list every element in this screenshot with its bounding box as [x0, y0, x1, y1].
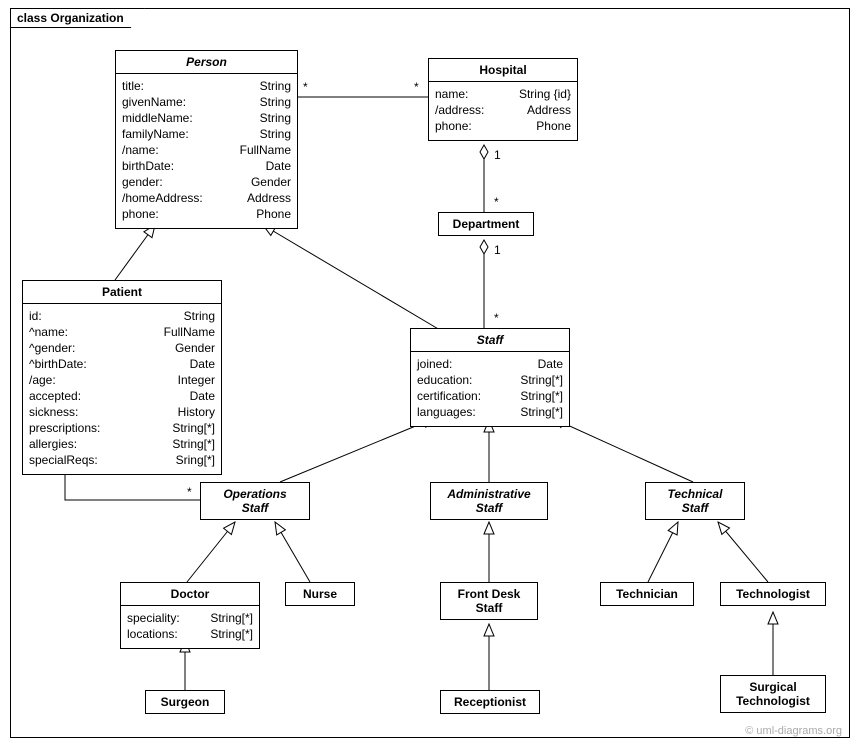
attribute-row: middleName:String [122, 110, 291, 126]
attribute-row: locations:String[*] [127, 626, 253, 642]
class-surgtech-name2: Technologist [721, 694, 825, 712]
class-front-desk-name2: Staff [441, 601, 537, 619]
mult-hospital-dept-1: 1 [493, 148, 502, 162]
class-staff-name: Staff [411, 329, 569, 352]
class-technician: Technician [600, 582, 694, 606]
class-nurse: Nurse [285, 582, 355, 606]
attribute-row: certification:String[*] [417, 388, 563, 404]
diagram-frame: class Organization [0, 0, 860, 747]
attribute-row: /homeAddress:Address [122, 190, 291, 206]
class-operations-staff: Operations Staff [200, 482, 310, 520]
attribute-row: sickness:History [29, 404, 215, 420]
attribute-row: phone:Phone [435, 118, 571, 134]
attribute-row: birthDate:Date [122, 158, 291, 174]
attribute-row: accepted:Date [29, 388, 215, 404]
attribute-row: gender:Gender [122, 174, 291, 190]
attribute-row: /age:Integer [29, 372, 215, 388]
class-surgeon: Surgeon [145, 690, 225, 714]
attribute-row: /name:FullName [122, 142, 291, 158]
mult-hospital-dept-star: * [493, 195, 500, 209]
class-administrative-staff-name2: Staff [431, 501, 547, 519]
class-department: Department [438, 212, 534, 236]
class-doctor-name: Doctor [121, 583, 259, 606]
class-operations-staff-name1: Operations [201, 483, 309, 501]
package-label: class Organization [10, 8, 145, 28]
class-hospital-name: Hospital [429, 59, 577, 82]
class-staff-attrs: joined:Dateeducation:String[*]certificat… [411, 352, 569, 426]
attribute-row: id:String [29, 308, 215, 324]
attribute-row: specialReqs:Sring[*] [29, 452, 215, 468]
mult-dept-staff-1: 1 [493, 243, 502, 257]
class-technical-staff-name1: Technical [646, 483, 744, 501]
class-technologist: Technologist [720, 582, 826, 606]
class-patient-attrs: id:String^name:FullName^gender:Gender^bi… [23, 304, 221, 474]
class-surgical-technologist: Surgical Technologist [720, 675, 826, 713]
class-technical-staff-name2: Staff [646, 501, 744, 519]
class-person-attrs: title:StringgivenName:StringmiddleName:S… [116, 74, 297, 228]
class-department-name: Department [439, 213, 533, 235]
class-staff: Staff joined:Dateeducation:String[*]cert… [410, 328, 570, 427]
watermark: © uml-diagrams.org [745, 725, 842, 737]
attribute-row: education:String[*] [417, 372, 563, 388]
class-person: Person title:StringgivenName:Stringmiddl… [115, 50, 298, 229]
class-hospital-attrs: name:String {id}/address:Addressphone:Ph… [429, 82, 577, 140]
class-patient-name: Patient [23, 281, 221, 304]
attribute-row: allergies:String[*] [29, 436, 215, 452]
attribute-row: joined:Date [417, 356, 563, 372]
attribute-row: /address:Address [435, 102, 571, 118]
class-hospital: Hospital name:String {id}/address:Addres… [428, 58, 578, 141]
class-receptionist-name: Receptionist [441, 691, 539, 713]
class-receptionist: Receptionist [440, 690, 540, 714]
attribute-row: prescriptions:String[*] [29, 420, 215, 436]
attribute-row: ^name:FullName [29, 324, 215, 340]
attribute-row: givenName:String [122, 94, 291, 110]
class-operations-staff-name2: Staff [201, 501, 309, 519]
attribute-row: phone:Phone [122, 206, 291, 222]
class-doctor: Doctor speciality:String[*]locations:Str… [120, 582, 260, 649]
class-technician-name: Technician [601, 583, 693, 605]
class-doctor-attrs: speciality:String[*]locations:String[*] [121, 606, 259, 648]
class-person-name: Person [116, 51, 297, 74]
class-surgtech-name1: Surgical [721, 676, 825, 694]
mult-hospital-person: * [413, 80, 420, 94]
attribute-row: name:String {id} [435, 86, 571, 102]
mult-dept-staff-star: * [493, 311, 500, 325]
attribute-row: speciality:String[*] [127, 610, 253, 626]
class-nurse-name: Nurse [286, 583, 354, 605]
mult-patient-ops-2: * [186, 485, 193, 499]
class-surgeon-name: Surgeon [146, 691, 224, 713]
class-administrative-staff: Administrative Staff [430, 482, 548, 520]
class-technical-staff: Technical Staff [645, 482, 745, 520]
class-technologist-name: Technologist [721, 583, 825, 605]
attribute-row: ^birthDate:Date [29, 356, 215, 372]
attribute-row: ^gender:Gender [29, 340, 215, 356]
class-patient: Patient id:String^name:FullName^gender:G… [22, 280, 222, 475]
mult-person-hospital: * [302, 80, 309, 94]
class-front-desk-name1: Front Desk [441, 583, 537, 601]
class-front-desk-staff: Front Desk Staff [440, 582, 538, 620]
class-administrative-staff-name1: Administrative [431, 483, 547, 501]
attribute-row: familyName:String [122, 126, 291, 142]
attribute-row: languages:String[*] [417, 404, 563, 420]
attribute-row: title:String [122, 78, 291, 94]
